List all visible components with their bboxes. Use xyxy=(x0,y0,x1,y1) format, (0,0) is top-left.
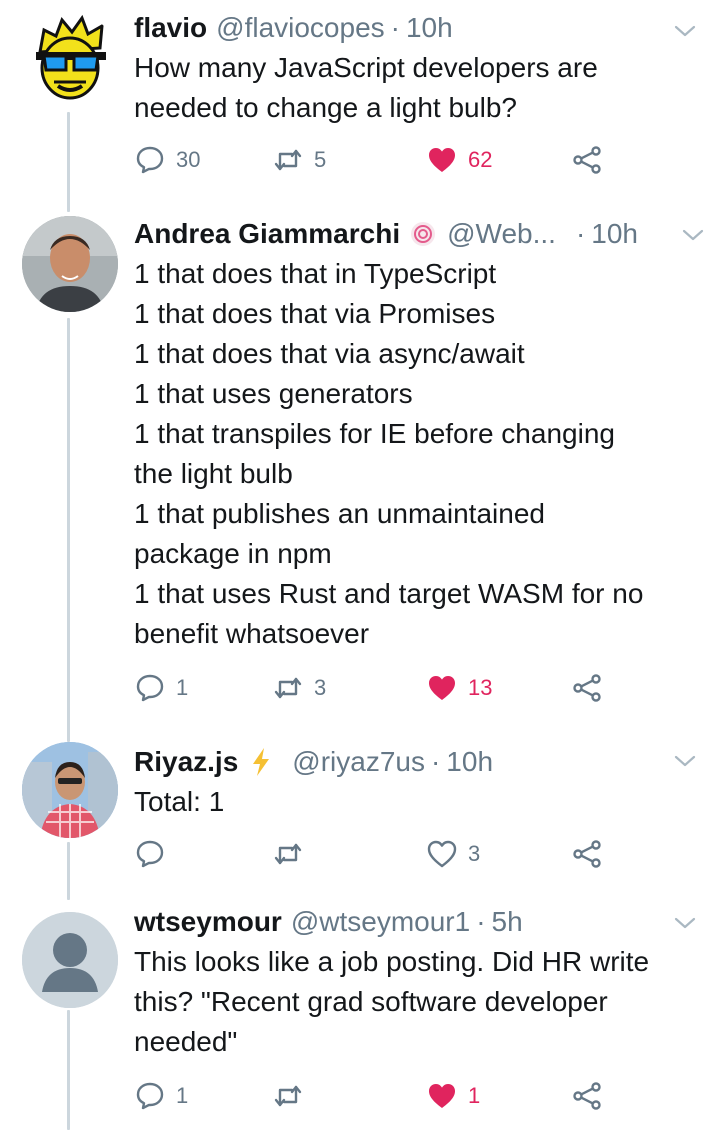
retweet-button[interactable]: 3 xyxy=(272,668,326,708)
author-handle[interactable]: @wtseymour1 xyxy=(291,902,470,942)
reply-button[interactable]: 1 xyxy=(134,668,188,708)
like-icon xyxy=(429,148,455,172)
chevron-down-icon[interactable] xyxy=(680,222,706,248)
avatar[interactable] xyxy=(22,12,118,108)
timestamp[interactable]: 5h xyxy=(492,902,523,942)
tweet-text: 1 that does that in TypeScript 1 that do… xyxy=(134,258,644,649)
like-button[interactable]: 1 xyxy=(426,1076,480,1116)
avatar-cartoon-icon xyxy=(22,12,118,108)
separator-dot: · xyxy=(390,12,400,43)
share-icon xyxy=(573,146,601,174)
avatar-photo-icon xyxy=(22,742,118,838)
retweet-button[interactable]: 5 xyxy=(272,140,326,180)
share-icon xyxy=(573,1082,601,1110)
reply-count: 1 xyxy=(176,675,189,700)
reply-button[interactable]: 30 xyxy=(134,140,200,180)
author-handle[interactable]: @Web... xyxy=(447,214,556,254)
separator-dot: · xyxy=(476,906,486,937)
retweet-button[interactable] xyxy=(272,1076,314,1116)
tweet[interactable]: wtseymour @wtseymour1 · 5h This looks li… xyxy=(0,900,720,1130)
author-name[interactable]: wtseymour xyxy=(134,902,282,942)
author-handle[interactable]: @flaviocopes xyxy=(216,8,385,48)
share-button[interactable] xyxy=(572,668,604,708)
tweet[interactable]: flavio @flaviocopes · 10h How many JavaS… xyxy=(0,0,720,200)
reply-button[interactable] xyxy=(134,834,176,874)
retweet-count: 3 xyxy=(314,675,327,700)
share-icon xyxy=(573,840,601,868)
tweet[interactable]: Riyaz.js @riyaz7us · 10h Total: 1 3 xyxy=(0,730,720,900)
like-button[interactable]: 3 xyxy=(426,834,480,874)
avatar[interactable] xyxy=(22,742,118,838)
default-avatar-icon xyxy=(22,912,118,1008)
avatar[interactable] xyxy=(22,216,118,312)
timestamp[interactable]: 10h xyxy=(591,214,638,254)
like-icon xyxy=(427,840,457,868)
like-icon xyxy=(429,1084,455,1108)
reply-icon xyxy=(136,1082,164,1110)
reply-count: 30 xyxy=(176,147,201,172)
like-count: 1 xyxy=(468,1083,481,1108)
chevron-down-icon[interactable] xyxy=(672,18,698,44)
share-button[interactable] xyxy=(572,140,604,180)
author-name[interactable]: Andrea Giammarchi xyxy=(134,214,400,254)
tweet-text: Total: 1 xyxy=(134,786,225,817)
chevron-down-icon[interactable] xyxy=(672,748,698,774)
author-handle[interactable]: @riyaz7us xyxy=(292,742,425,782)
tweet[interactable]: Andrea Giammarchi @Web... · 10h 1 that d… xyxy=(0,200,720,730)
separator-dot: · xyxy=(575,218,586,249)
like-button[interactable]: 13 xyxy=(426,668,492,708)
lightning-badge-icon xyxy=(246,747,276,777)
timestamp[interactable]: 10h xyxy=(446,742,493,782)
retweet-icon xyxy=(274,1085,302,1107)
share-button[interactable] xyxy=(572,1076,604,1116)
lollipop-badge-icon xyxy=(408,219,438,249)
author-name[interactable]: flavio xyxy=(134,8,207,48)
retweet-icon xyxy=(274,677,302,699)
retweet-icon xyxy=(274,149,302,171)
retweet-count: 5 xyxy=(314,147,327,172)
like-count: 3 xyxy=(468,841,481,866)
reply-button[interactable]: 1 xyxy=(134,1076,188,1116)
avatar-photo-icon xyxy=(22,216,118,312)
tweet-text: How many JavaScript developers are neede… xyxy=(134,52,598,123)
like-button[interactable]: 62 xyxy=(426,140,492,180)
timestamp[interactable]: 10h xyxy=(406,8,453,48)
retweet-icon xyxy=(274,843,302,865)
share-icon xyxy=(573,674,601,702)
like-count: 62 xyxy=(468,147,493,172)
avatar[interactable] xyxy=(22,912,118,1008)
author-name[interactable]: Riyaz.js xyxy=(134,742,238,782)
separator-dot: · xyxy=(430,746,441,777)
reply-count: 1 xyxy=(176,1083,189,1108)
retweet-button[interactable] xyxy=(272,834,314,874)
chevron-down-icon[interactable] xyxy=(672,910,698,936)
reply-icon xyxy=(136,674,164,702)
reply-icon xyxy=(136,840,164,868)
tweet-text: This looks like a job posting. Did HR wr… xyxy=(134,946,650,1057)
reply-icon xyxy=(136,146,164,174)
like-icon xyxy=(429,676,455,700)
like-count: 13 xyxy=(468,675,493,700)
share-button[interactable] xyxy=(572,834,604,874)
